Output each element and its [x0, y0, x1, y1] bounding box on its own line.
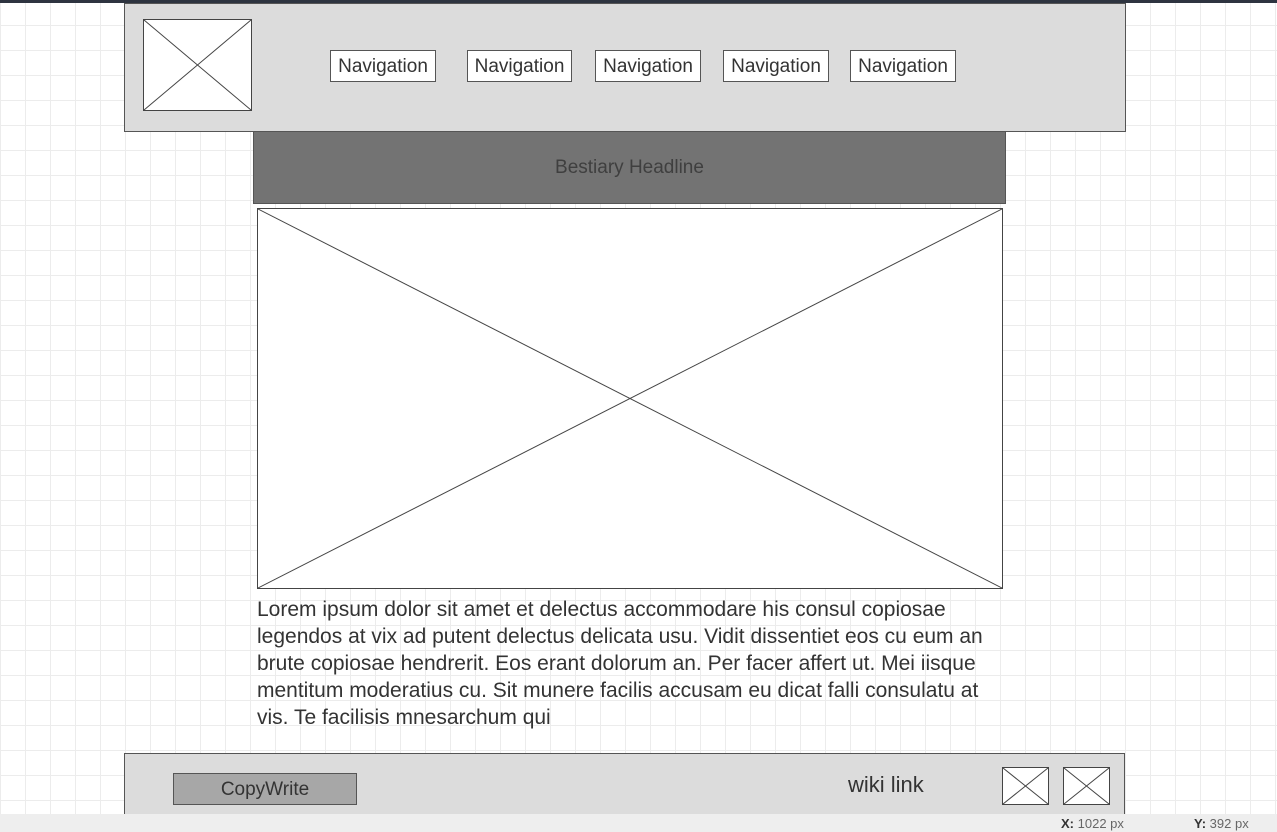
cursor-y-label: Y:	[1194, 816, 1207, 831]
cursor-y-readout: Y: 392 px	[1194, 816, 1249, 831]
body-paragraph: Lorem ipsum dolor sit amet et delectus a…	[257, 598, 983, 729]
header: Navigation Navigation Navigation Navigat…	[124, 3, 1126, 132]
cursor-x-label: X:	[1061, 816, 1074, 831]
cursor-y-value: 392 px	[1209, 816, 1249, 831]
social-icon-1-placeholder-icon[interactable]	[1002, 767, 1049, 805]
logo-placeholder-icon	[143, 19, 252, 111]
page-headline: Bestiary Headline	[253, 131, 1006, 204]
nav-item-5[interactable]: Navigation	[850, 50, 956, 82]
nav-item-1[interactable]: Navigation	[330, 50, 436, 82]
social-icon-2-placeholder-icon[interactable]	[1063, 767, 1110, 805]
hero-image-placeholder-icon	[257, 208, 1003, 589]
copywrite-button[interactable]: CopyWrite	[173, 773, 357, 805]
cursor-x-value: 1022 px	[1077, 816, 1124, 831]
status-bar: X: 1022 px Y: 392 px	[0, 814, 1277, 832]
nav-item-4[interactable]: Navigation	[723, 50, 829, 82]
wiki-link[interactable]: wiki link	[848, 772, 924, 798]
nav-item-2[interactable]: Navigation	[467, 50, 572, 82]
footer: CopyWrite wiki link	[124, 753, 1125, 815]
nav-item-3[interactable]: Navigation	[595, 50, 701, 82]
cursor-x-readout: X: 1022 px	[1061, 816, 1124, 831]
